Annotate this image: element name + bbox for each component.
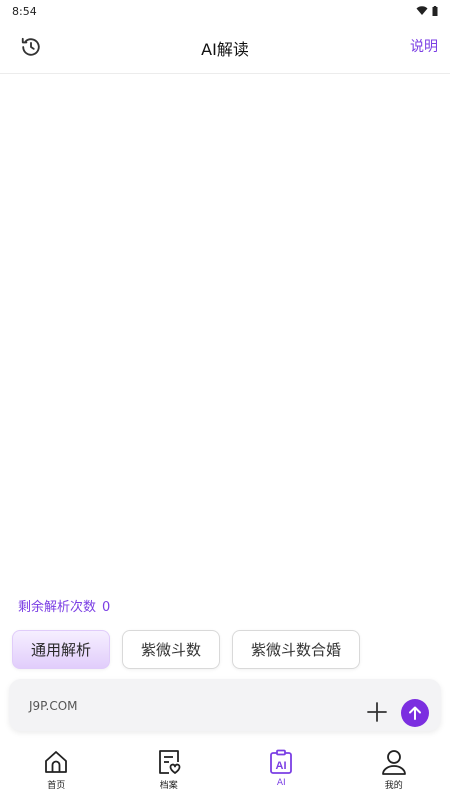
message-input-bar[interactable]: J9P.COM [9, 679, 441, 731]
ai-icon: AI [270, 749, 293, 774]
chat-content-area [0, 75, 450, 590]
tab-home[interactable]: 首页 [0, 740, 113, 800]
chip-general-analysis[interactable]: 通用解析 [12, 630, 111, 669]
history-icon [21, 37, 40, 56]
status-icons [416, 6, 438, 16]
profile-doc-icon [158, 750, 181, 774]
arrow-up-icon [409, 706, 421, 720]
remaining-count: 0 [102, 600, 111, 615]
chip-ziwei-doushu[interactable]: 紫微斗数 [122, 630, 221, 669]
tab-profile-label: 档案 [159, 781, 178, 791]
tab-ai-label: AI [276, 778, 286, 788]
svg-text:AI: AI [276, 760, 287, 772]
user-icon [381, 750, 406, 775]
battery-icon [432, 6, 438, 16]
help-link[interactable]: 说明 [410, 36, 438, 56]
tab-me[interactable]: 我的 [338, 740, 450, 800]
send-button[interactable] [401, 699, 429, 727]
analysis-type-chips: 通用解析 紫微斗数 紫微斗数合婚 [12, 630, 361, 669]
status-bar: 8:54 [0, 0, 450, 22]
tab-ai[interactable]: AI AI [225, 740, 338, 800]
wifi-icon [416, 6, 428, 15]
history-button[interactable] [18, 34, 44, 60]
home-icon [45, 751, 68, 773]
tab-me-label: 我的 [384, 781, 403, 791]
bottom-tab-bar: 首页 档案 AI AI 我的 [0, 740, 450, 800]
status-time: 8:54 [12, 4, 37, 18]
chip-ziwei-marriage[interactable]: 紫微斗数合婚 [232, 630, 361, 669]
plus-icon[interactable] [365, 700, 389, 724]
message-input-placeholder[interactable]: J9P.COM [29, 699, 78, 713]
tab-profile[interactable]: 档案 [113, 740, 226, 800]
tab-home-label: 首页 [47, 781, 66, 791]
remaining-count-text: 剩余解析次数 0 [18, 596, 110, 615]
remaining-label: 剩余解析次数 [18, 600, 97, 615]
app-header: AI解读 说明 [0, 22, 450, 74]
page-title: AI解读 [201, 39, 249, 59]
